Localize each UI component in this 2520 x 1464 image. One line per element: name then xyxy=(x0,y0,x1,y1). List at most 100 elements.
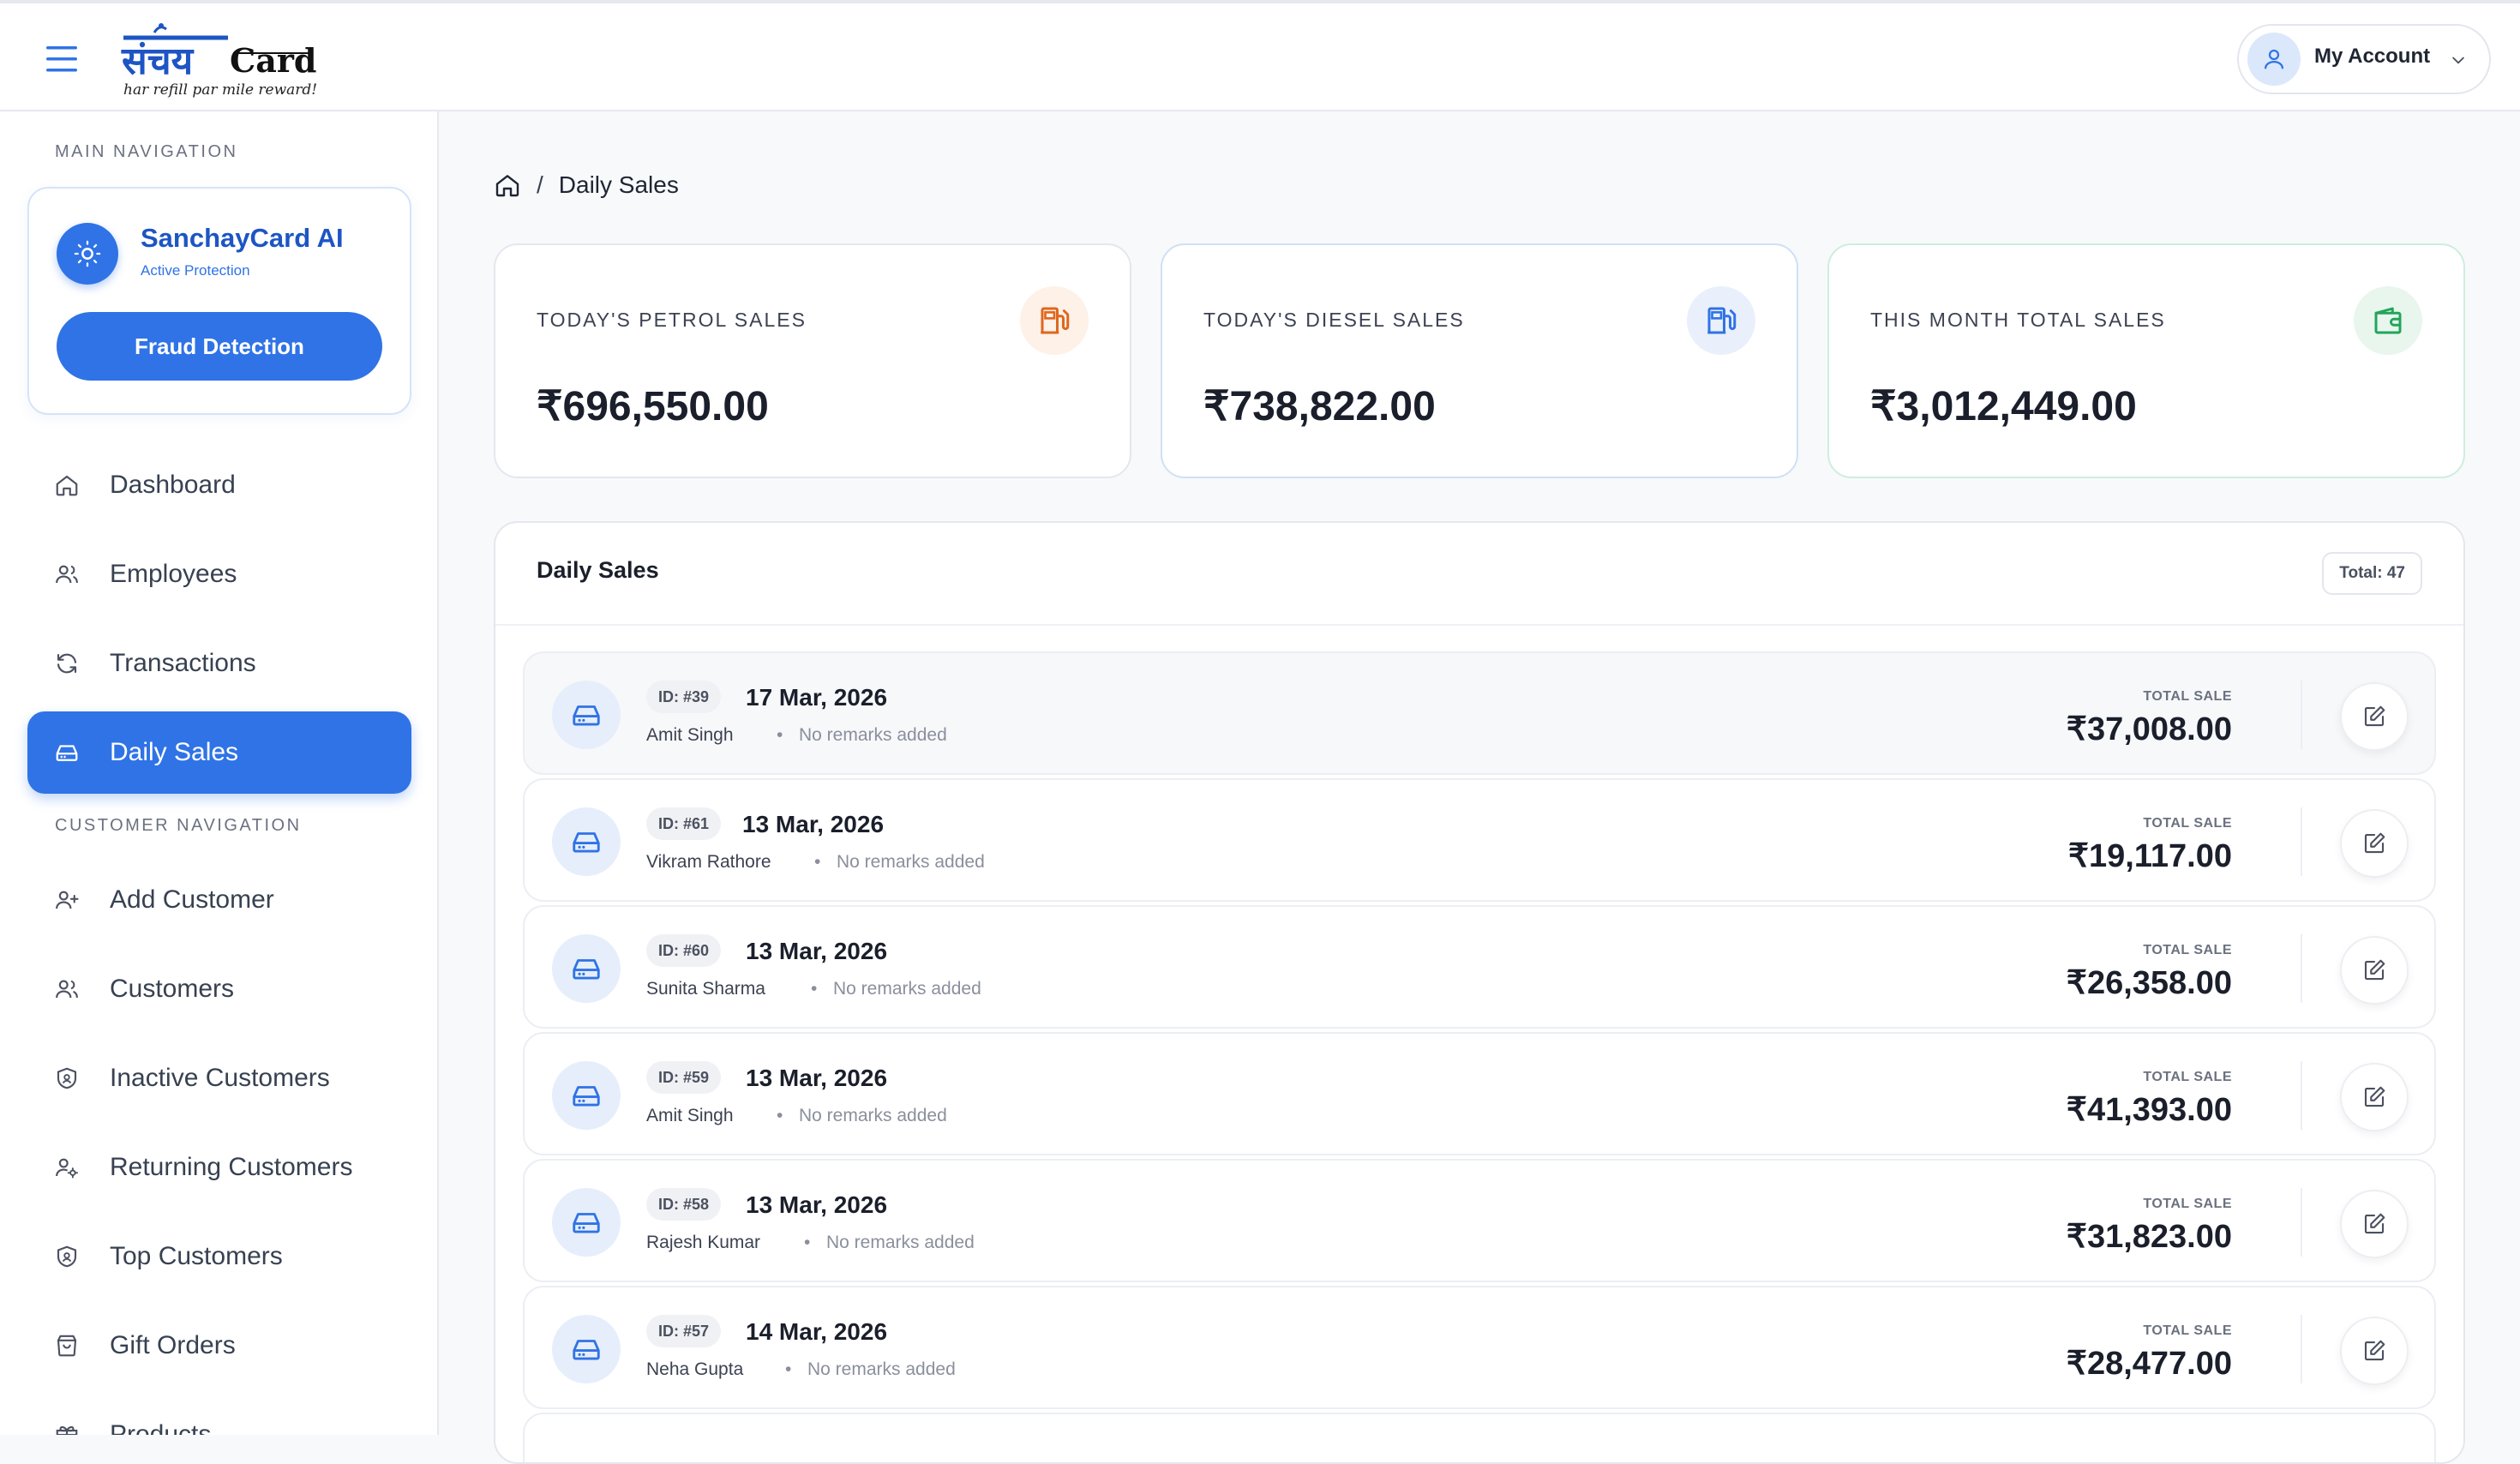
sidebar-item-dashboard[interactable]: Dashboard xyxy=(27,444,411,526)
ai-protection-card: SanchayCard AI Active Protection Fraud D… xyxy=(27,187,411,415)
sidebar-item-customers[interactable]: Customers xyxy=(27,948,411,1030)
edit-button[interactable] xyxy=(2340,1063,2409,1131)
sale-employee: Sunita Sharma xyxy=(646,979,765,999)
sidebar-item-add-customer[interactable]: Add Customer xyxy=(27,859,411,941)
sidebar-item-label: Customers xyxy=(110,975,235,1003)
main-navigation-title: MAIN NAVIGATION xyxy=(55,142,238,161)
separator-dot: • xyxy=(814,852,821,872)
total-sale-amount: ₹41,393.00 xyxy=(2066,1092,2232,1128)
sale-employee: Rajesh Kumar xyxy=(646,1233,761,1252)
sale-remark: No remarks added xyxy=(826,1233,975,1252)
edit-button[interactable] xyxy=(2340,682,2409,751)
drive-icon xyxy=(552,934,621,1003)
sale-id-badge: ID: #58 xyxy=(646,1188,722,1221)
sidebar-item-label: Daily Sales xyxy=(110,738,239,766)
drive-icon xyxy=(552,1315,621,1383)
total-sale-label: TOTAL SALE xyxy=(2143,1197,2232,1211)
separator-dot: • xyxy=(777,1106,783,1125)
divider xyxy=(2301,1188,2302,1257)
account-label: My Account xyxy=(2314,45,2431,68)
sidebar-item-transactions[interactable]: Transactions xyxy=(27,622,411,705)
edit-icon xyxy=(2364,705,2385,727)
sidebar-item-daily-sales[interactable]: Daily Sales xyxy=(27,711,411,794)
sidebar-item-returning-customers[interactable]: Returning Customers xyxy=(27,1126,411,1209)
edit-icon xyxy=(2364,1340,2385,1361)
account-menu[interactable]: My Account xyxy=(2237,24,2491,94)
panel-title: Daily Sales xyxy=(537,557,659,583)
sidebar-item-label: Returning Customers xyxy=(110,1153,353,1181)
ai-subtitle: Active Protection xyxy=(141,262,250,279)
edit-button[interactable] xyxy=(2340,1317,2409,1385)
sale-remark: No remarks added xyxy=(833,979,981,999)
menu-icon[interactable] xyxy=(45,45,79,74)
fuel-pump-icon xyxy=(1020,286,1089,355)
total-sale-label: TOTAL SALE xyxy=(2143,1070,2232,1084)
drive-icon xyxy=(552,681,621,749)
logo-tagline: har refill par mile reward! xyxy=(123,81,317,99)
sale-row[interactable]: ID: #61 13 Mar, 2026 Vikram Rathore • No… xyxy=(523,778,2436,902)
sale-row[interactable]: ID: #60 13 Mar, 2026 Sunita Sharma • No … xyxy=(523,905,2436,1029)
edit-icon xyxy=(2364,1213,2385,1234)
sale-remark: No remarks added xyxy=(807,1359,956,1379)
shopping-bag-icon xyxy=(53,1332,81,1359)
user-icon xyxy=(2264,49,2284,69)
panel-header: Daily Sales Total: 47 xyxy=(495,523,2463,626)
wallet-icon xyxy=(2354,286,2422,355)
edit-button[interactable] xyxy=(2340,936,2409,1005)
sale-row[interactable]: ID: #39 17 Mar, 2026 Amit Singh • No rem… xyxy=(523,651,2436,775)
top-bar: संचय Card har refill par mile reward! My… xyxy=(0,0,2520,111)
daily-sales-panel: Daily Sales Total: 47 ID: #39 17 Mar, 20… xyxy=(494,521,2465,1464)
total-sale-amount: ₹26,358.00 xyxy=(2066,965,2232,1001)
brand-logo[interactable]: संचय Card har refill par mile reward! xyxy=(120,21,326,101)
stat-value: ₹696,550.00 xyxy=(537,384,769,429)
users-icon xyxy=(53,561,81,588)
sidebar-item-label: Add Customer xyxy=(110,885,274,914)
sale-date: 13 Mar, 2026 xyxy=(746,1191,888,1218)
sidebar-item-top-customers[interactable]: Top Customers xyxy=(27,1215,411,1298)
sale-date: 13 Mar, 2026 xyxy=(746,1065,888,1091)
sidebar-item-label: Transactions xyxy=(110,649,256,677)
sale-date: 13 Mar, 2026 xyxy=(746,938,888,964)
sale-employee: Amit Singh xyxy=(646,725,734,745)
sale-id-badge: ID: #39 xyxy=(646,681,722,713)
sale-employee: Neha Gupta xyxy=(646,1359,744,1379)
drive-icon xyxy=(53,739,81,766)
edit-icon xyxy=(2364,959,2385,981)
edit-button[interactable] xyxy=(2340,809,2409,878)
sale-date: 13 Mar, 2026 xyxy=(742,811,885,837)
divider xyxy=(2301,681,2302,749)
sidebar-item-products[interactable]: Products xyxy=(27,1394,411,1435)
total-count-badge: Total: 47 xyxy=(2322,552,2422,595)
user-plus-icon xyxy=(53,886,81,914)
logo-native-text: संचय xyxy=(121,39,195,83)
home-icon xyxy=(53,471,81,499)
separator-dot: • xyxy=(777,725,783,745)
sale-row[interactable]: ID: #59 13 Mar, 2026 Amit Singh • No rem… xyxy=(523,1032,2436,1155)
sale-row[interactable]: ID: #57 14 Mar, 2026 Neha Gupta • No rem… xyxy=(523,1286,2436,1409)
users-icon xyxy=(53,975,81,1003)
sun-icon xyxy=(57,223,118,285)
stat-value: ₹3,012,449.00 xyxy=(1870,384,2137,429)
breadcrumb: / Daily Sales xyxy=(494,168,679,202)
ai-title: SanchayCard AI xyxy=(141,223,344,253)
total-sale-label: TOTAL SALE xyxy=(2143,943,2232,957)
separator-dot: • xyxy=(785,1359,792,1379)
drive-icon xyxy=(552,807,621,876)
customer-navigation-title: CUSTOMER NAVIGATION xyxy=(55,816,302,835)
sidebar-item-gift-orders[interactable]: Gift Orders xyxy=(27,1305,411,1387)
sale-remark: No remarks added xyxy=(799,1106,947,1125)
edit-button[interactable] xyxy=(2340,1190,2409,1258)
drive-icon xyxy=(552,1061,621,1130)
sidebar-item-inactive-customers[interactable]: Inactive Customers xyxy=(27,1037,411,1119)
stat-label: THIS MONTH TOTAL SALES xyxy=(1870,309,2166,331)
home-icon[interactable] xyxy=(494,171,521,199)
total-sale-amount: ₹19,117.00 xyxy=(2067,838,2232,874)
divider xyxy=(2301,934,2302,1003)
fraud-detection-button[interactable]: Fraud Detection xyxy=(57,312,382,381)
sale-row[interactable] xyxy=(523,1413,2436,1462)
stat-card-petrol: TODAY'S PETROL SALES ₹696,550.00 xyxy=(494,243,1131,478)
edit-icon xyxy=(2364,1086,2385,1107)
sidebar-item-employees[interactable]: Employees xyxy=(27,533,411,615)
sale-row[interactable]: ID: #58 13 Mar, 2026 Rajesh Kumar • No r… xyxy=(523,1159,2436,1282)
stat-label: TODAY'S PETROL SALES xyxy=(537,309,807,331)
